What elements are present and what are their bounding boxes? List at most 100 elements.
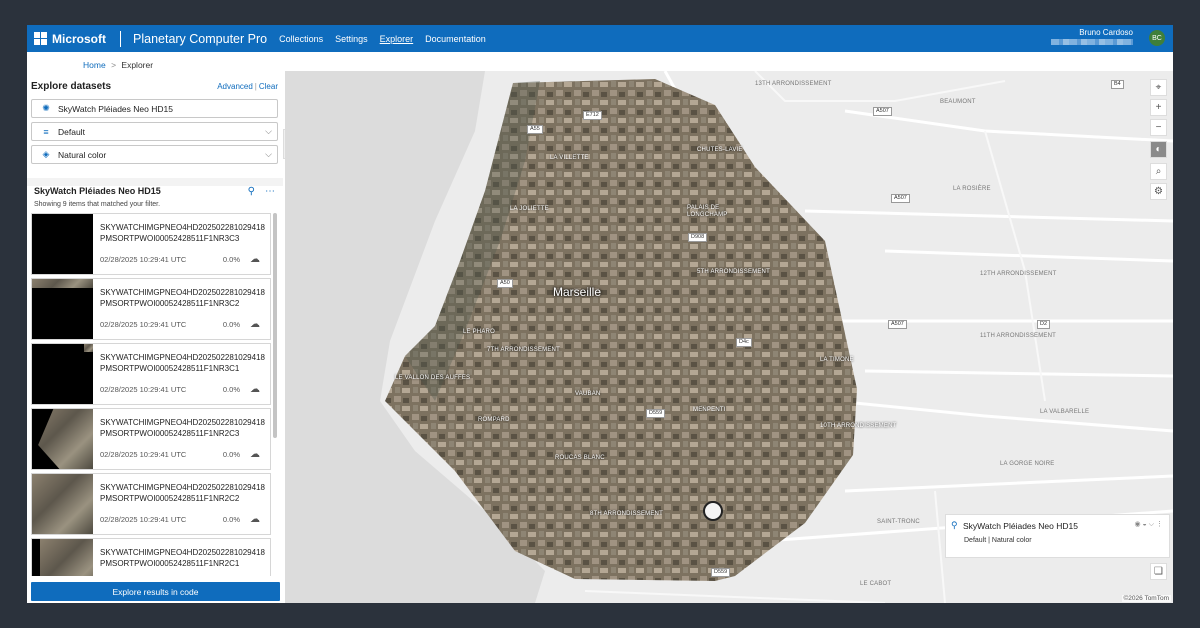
redacted-user-email [1051,39,1133,45]
item-thumbnail [32,279,93,339]
layers-icon: ◈ [42,149,50,159]
explore-datasets-title: Explore datasets [31,81,112,92]
map-label: CHUTES-LAVIE [697,147,743,153]
opacity-icon[interactable]: ◒ [1143,521,1147,528]
item-thumbnail [32,214,93,274]
pin-icon[interactable]: ⚲ [951,520,958,531]
breadcrumb-current: Explorer [121,60,154,70]
item-date: 02/28/2025 10:29:41 UTC [100,515,187,524]
item-id: SKYWATCHIMGPNEO4HD202502281029418PMSORTP… [100,483,265,503]
road-shield: D4c [736,338,752,347]
item-id: SKYWATCHIMGPNEO4HD202502281029418PMSORTP… [100,418,265,438]
chevron-down-icon[interactable]: ⌵ [1149,521,1154,528]
results-scrollbar[interactable] [273,213,277,438]
map-label: ROUCAS BLANC [555,455,605,461]
map-label: MENPENTI [693,407,726,413]
results-title: SkyWatch Pléiades Neo HD15 [34,186,161,196]
render-dropdown[interactable]: ◈ Natural color ⌵ [31,145,278,164]
zoom-out-button[interactable]: − [1150,119,1167,136]
map-label: 8TH ARRONDISSEMENT [590,511,663,517]
product-name[interactable]: Planetary Computer Pro [133,32,267,46]
item-date: 02/28/2025 10:29:41 UTC [100,385,187,394]
item-id: SKYWATCHIMGPNEO4HD202502281029418PMSORTP… [100,548,265,568]
pin-icon[interactable]: ⚲ [248,186,255,197]
dataset-globe-icon: ✺ [42,103,50,113]
map-label: LE CABOT [860,581,892,587]
section-divider [27,178,283,186]
nav-settings[interactable]: Settings [335,34,368,44]
item-cloud-cover: 0.0% [222,320,240,329]
list-item[interactable]: SKYWATCHIMGPNEO4HD202502281029418PMSORTP… [31,343,271,405]
results-actions: ⚲ ⋯ [238,186,275,197]
map-label: LA TIMONE [820,357,854,363]
item-id: SKYWATCHIMGPNEO4HD202502281029418PMSORTP… [100,288,265,308]
tilt-icon[interactable]: ◐ [1150,141,1167,158]
road-shield: A507 [873,107,892,116]
map-label: 5TH ARRONDISSEMENT [697,269,770,275]
city-label: Marseille [553,285,602,299]
dataset-selector[interactable]: ✺ SkyWatch Pléiades Neo HD15 [31,99,278,118]
map-label: LE VALLON DES AUFFES [395,375,471,381]
more-icon[interactable]: ⋮ [1156,521,1163,528]
explore-results-in-code-button[interactable]: Explore results in code [31,582,280,601]
map-label: SAINT-TRONC [877,519,920,525]
item-id: SKYWATCHIMGPNEO4HD202502281029418PMSORTP… [100,353,265,373]
zoom-in-button[interactable]: + [1150,99,1167,116]
more-icon[interactable]: ⋯ [265,186,275,197]
advanced-link[interactable]: Advanced [217,82,253,91]
road-shield: D908 [688,233,708,242]
item-date: 02/28/2025 10:29:41 UTC [100,255,187,264]
nav-collections[interactable]: Collections [279,34,323,44]
cloud-icon: ☁ [250,449,260,460]
visibility-icon[interactable]: ◉ [1134,521,1140,528]
legend-title: SkyWatch Pléiades Neo HD15 [963,521,1078,531]
render-value: Natural color [58,149,107,160]
item-date: 02/28/2025 10:29:41 UTC [100,450,187,459]
brand-name: Microsoft [52,31,106,46]
list-item[interactable]: SKYWATCHIMGPNEO4HD202502281029418PMSORTP… [31,278,271,340]
breadcrumb-separator: > [111,60,117,70]
nav-explorer[interactable]: Explorer [380,34,414,44]
map-label: ROMPARD [478,417,510,423]
item-thumbnail [32,344,93,404]
map-view[interactable]: 13TH ARRONDISSEMENT BEAUMONT LA ROSIÈRE … [285,71,1173,603]
nav-documentation[interactable]: Documentation [425,34,486,44]
map-label: LA JOLIETTE [510,206,549,212]
item-cloud-cover: 0.0% [222,515,240,524]
layer-legend: ⚲ SkyWatch Pléiades Neo HD15 ◉ ◒ ⌵ ⋮ Def… [945,514,1170,558]
layers-icon[interactable]: ❏ [1150,563,1167,580]
map-label: VAUBAN [575,391,601,397]
cloud-icon: ☁ [250,384,260,395]
road-shield: E712 [583,111,602,120]
list-item[interactable]: SKYWATCHIMGPNEO4HD202502281029418PMSORTP… [31,408,271,470]
cloud-icon: ☁ [250,514,260,525]
compass-icon[interactable]: ⌖ [1150,79,1167,96]
item-date: 02/28/2025 10:29:41 UTC [100,320,187,329]
results-count-text: Showing 9 items that matched your filter… [34,201,161,208]
list-item[interactable]: SKYWATCHIMGPNEO4HD202502281029418PMSORTP… [31,538,271,576]
item-cloud-cover: 0.0% [222,450,240,459]
map-label: 11TH ARRONDISSEMENT [980,333,1057,339]
map-label: LA VILLETTE [550,155,589,161]
user-name: Bruno Cardoso [1079,28,1133,37]
road-shield: B4 [1111,80,1124,89]
gear-icon[interactable]: ⚙ [1150,183,1167,200]
legend-actions: ◉ ◒ ⌵ ⋮ [1134,520,1163,529]
avatar[interactable]: BC [1149,30,1165,46]
map-label: PALAIS DE LONGCHAMP [687,205,728,218]
road-shield: A507 [891,194,910,203]
map-label: 13TH ARRONDISSEMENT [755,81,832,87]
breadcrumb-home[interactable]: Home [83,60,106,70]
cloud-icon: ☁ [250,319,260,330]
list-item[interactable]: SKYWATCHIMGPNEO4HD202502281029418PMSORTP… [31,473,271,535]
item-thumbnail [32,474,93,534]
list-item[interactable]: SKYWATCHIMGPNEO4HD202502281029418PMSORTP… [31,213,271,275]
filter-dropdown[interactable]: ≡ Default ⌵ [31,122,278,141]
filter-icon: ≡ [43,126,49,137]
road-shield: D559 [711,568,731,577]
clear-link[interactable]: Clear [259,82,278,91]
cloud-icon: ☁ [250,254,260,265]
search-icon[interactable]: ⌕ [1150,163,1167,180]
microsoft-logo[interactable]: Microsoft [34,32,106,46]
item-cloud-cover: 0.0% [222,255,240,264]
